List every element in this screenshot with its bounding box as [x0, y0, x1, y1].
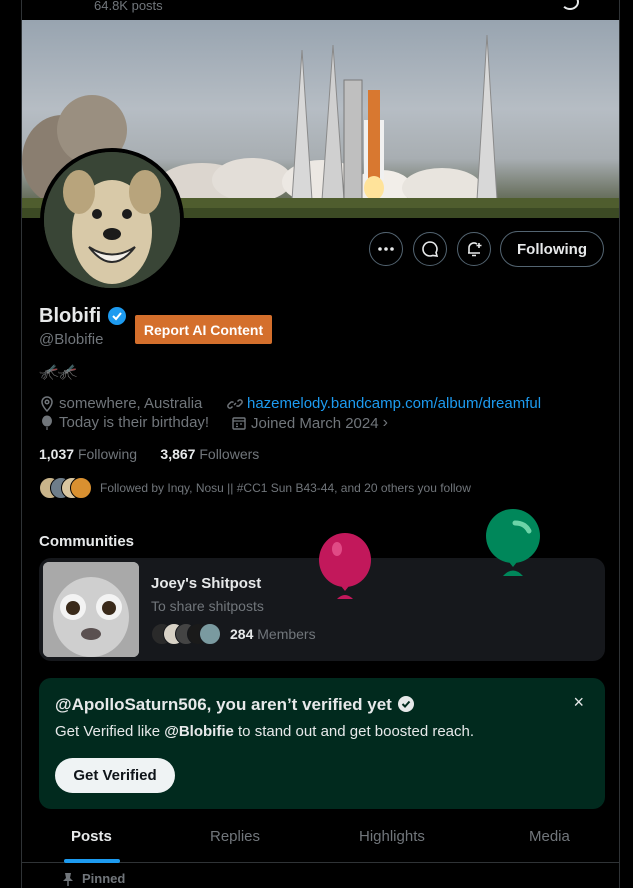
- notify-button[interactable]: [457, 232, 491, 266]
- birthday: Today is their birthday!: [39, 414, 209, 431]
- bio: 🦟🦟: [39, 364, 78, 381]
- joined-text: Joined March 2024: [251, 414, 379, 432]
- website[interactable]: hazemelody.bandcamp.com/album/dreamful: [227, 395, 541, 412]
- top-bar: 64.8K posts: [22, 0, 619, 20]
- communities-heading: Communities: [39, 533, 135, 550]
- chevron-right-icon: ›: [382, 414, 388, 431]
- verify-title: @ApolloSaturn506, you aren’t verified ye…: [55, 695, 415, 715]
- user-handle: @Blobifie: [39, 331, 104, 348]
- verify-description: Get Verified like @Blobifie to stand out…: [55, 723, 475, 740]
- profile-column: 64.8K posts Following Blobifi Report AI …: [21, 0, 620, 888]
- search-icon[interactable]: [561, 0, 579, 10]
- more-button[interactable]: [369, 232, 403, 266]
- get-verified-banner: @ApolloSaturn506, you aren’t verified ye…: [39, 678, 605, 809]
- balloon-icon: [42, 415, 52, 430]
- tab-highlights[interactable]: Highlights: [359, 828, 425, 845]
- profile-avatar[interactable]: [40, 148, 184, 292]
- message-button[interactable]: [413, 232, 447, 266]
- pin-icon: [63, 872, 73, 886]
- followers-link[interactable]: 3,867 Followers: [160, 446, 259, 462]
- location-text: somewhere, Australia: [59, 395, 203, 412]
- community-member-avatars: [151, 623, 221, 645]
- active-tab-indicator: [64, 859, 120, 863]
- following-link[interactable]: 1,037 Following: [39, 446, 137, 462]
- birthday-text: Today is their birthday!: [59, 414, 210, 431]
- verified-badge-icon[interactable]: [107, 306, 127, 326]
- tab-replies[interactable]: Replies: [210, 828, 260, 845]
- website-link[interactable]: hazemelody.bandcamp.com/album/dreamful: [247, 395, 541, 412]
- community-name[interactable]: Joey's Shitpost: [151, 575, 261, 592]
- more-icon: [378, 247, 394, 251]
- report-ai-content-button[interactable]: Report AI Content: [135, 315, 272, 344]
- joined-date[interactable]: Joined March 2024 ›: [231, 414, 388, 432]
- follow-counts: 1,037 Following 3,867 Followers: [39, 446, 259, 462]
- message-icon: [422, 241, 439, 257]
- avatar: [70, 477, 92, 499]
- close-icon[interactable]: ×: [573, 692, 584, 713]
- avatar: [199, 623, 221, 645]
- community-image: [43, 562, 139, 657]
- verified-badge-icon: [397, 696, 414, 712]
- followed-by-avatars[interactable]: [39, 477, 92, 499]
- community-description: To share shitposts: [151, 598, 264, 614]
- followed-by-text[interactable]: Followed by Inqy, Nosu || #CC1 Sun B43-4…: [100, 481, 471, 495]
- location-pin-icon: [41, 395, 53, 412]
- calendar-icon: [232, 417, 246, 430]
- get-verified-button[interactable]: Get Verified: [55, 758, 175, 793]
- tab-posts[interactable]: Posts: [71, 828, 112, 845]
- notification-bell-icon: [468, 242, 482, 257]
- following-button[interactable]: Following: [500, 231, 604, 267]
- location: somewhere, Australia: [39, 395, 202, 412]
- community-members: 284 Members: [230, 626, 316, 642]
- post-count: 64.8K posts: [94, 0, 163, 13]
- birthday-balloon-green-icon: [486, 509, 540, 576]
- link-icon: [227, 398, 243, 409]
- tab-media[interactable]: Media: [529, 828, 570, 845]
- pinned-label: Pinned: [62, 871, 125, 886]
- profile-tabs: Posts Replies Highlights Media: [22, 812, 619, 863]
- display-name: Blobifi: [39, 305, 102, 327]
- birthday-balloon-pink-icon: [319, 533, 371, 599]
